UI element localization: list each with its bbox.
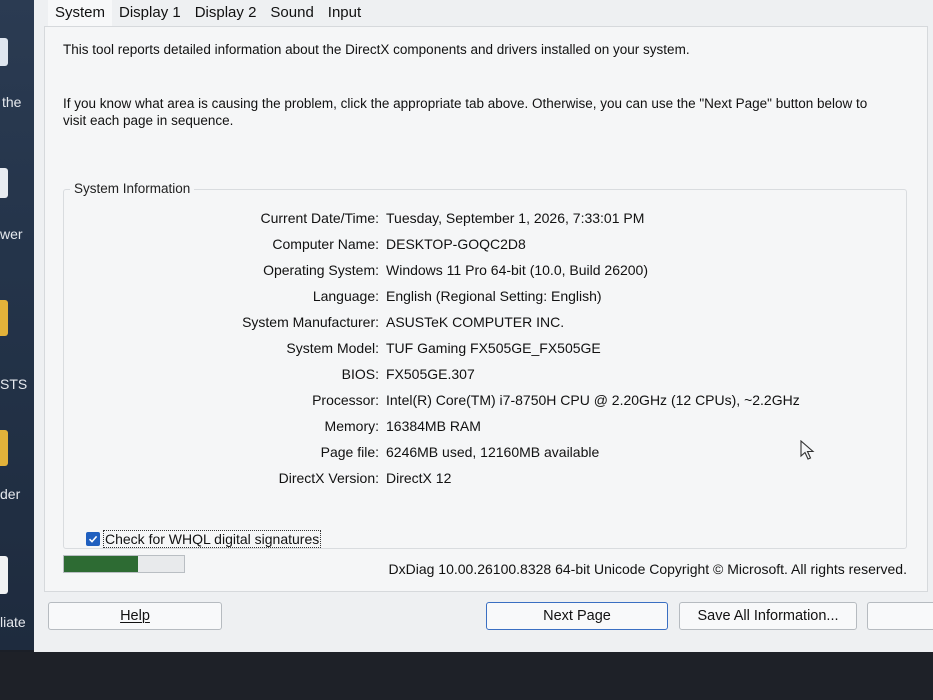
info-value: 16384MB RAM (386, 418, 481, 434)
strip-badge (0, 300, 8, 336)
checkbox-checked-icon[interactable] (86, 532, 100, 546)
screen: the wer STS der liate System Display 1 D… (0, 0, 933, 700)
info-row-directx-version: DirectX Version: DirectX 12 (64, 470, 906, 490)
info-value: Tuesday, September 1, 2026, 7:33:01 PM (386, 210, 645, 226)
info-label: Current Date/Time: (260, 210, 379, 226)
info-label: Memory: (324, 418, 379, 434)
info-row-date-time: Current Date/Time: Tuesday, September 1,… (64, 210, 906, 230)
next-page-button[interactable]: Next Page (486, 602, 668, 630)
dxdiag-window: System Display 1 Display 2 Sound Input T… (34, 0, 933, 652)
whql-checkbox[interactable]: Check for WHQL digital signatures (86, 530, 322, 548)
exit-button[interactable] (867, 602, 933, 630)
info-label: System Model: (286, 340, 379, 356)
tab-sound[interactable]: Sound (263, 0, 320, 26)
taskbar (0, 652, 933, 700)
strip-badge (0, 430, 8, 466)
group-title: System Information (70, 181, 195, 196)
info-row-bios: BIOS: FX505GE.307 (64, 366, 906, 386)
instructions-text-continued: visit each page in sequence. (63, 113, 234, 128)
system-information-group: System Information Current Date/Time: Tu… (63, 181, 907, 549)
tab-display-2[interactable]: Display 2 (188, 0, 264, 26)
help-button-label: Help (120, 608, 150, 624)
background-text-snippet: wer (0, 226, 23, 242)
info-value: Windows 11 Pro 64-bit (10.0, Build 26200… (386, 262, 648, 278)
info-row-model: System Model: TUF Gaming FX505GE_FX505GE (64, 340, 906, 360)
info-label: DirectX Version: (278, 470, 379, 486)
whql-checkbox-label[interactable]: Check for WHQL digital signatures (103, 530, 322, 548)
background-window-strip: the wer STS der liate (0, 0, 34, 650)
info-label: Processor: (312, 392, 379, 408)
tab-input[interactable]: Input (321, 0, 368, 26)
info-row-memory: Memory: 16384MB RAM (64, 418, 906, 438)
info-label: Computer Name: (272, 236, 379, 252)
background-text-snippet: liate (0, 614, 26, 630)
info-row-operating-system: Operating System: Windows 11 Pro 64-bit … (64, 262, 906, 282)
save-all-information-button[interactable]: Save All Information... (679, 602, 857, 630)
progress-fill (64, 556, 139, 572)
info-label: BIOS: (341, 366, 379, 382)
tab-system[interactable]: System (48, 0, 113, 26)
background-text-snippet: STS (0, 376, 28, 392)
info-label: System Manufacturer: (242, 314, 379, 330)
progress-bar (63, 555, 185, 573)
system-tab-panel: This tool reports detailed information a… (44, 26, 928, 592)
info-row-manufacturer: System Manufacturer: ASUSTeK COMPUTER IN… (64, 314, 906, 334)
strip-icon (0, 38, 8, 66)
info-value: English (Regional Setting: English) (386, 288, 602, 304)
strip-icon (0, 168, 8, 198)
background-text-snippet: der (0, 486, 21, 502)
info-value: FX505GE.307 (386, 366, 475, 382)
info-row-language: Language: English (Regional Setting: Eng… (64, 288, 906, 308)
info-value: 6246MB used, 12160MB available (386, 444, 600, 460)
tab-bar: System Display 1 Display 2 Sound Input (48, 0, 368, 26)
info-label: Operating System: (263, 262, 379, 278)
intro-text: This tool reports detailed information a… (63, 42, 690, 57)
info-value: DirectX 12 (386, 470, 452, 486)
info-label: Language: (312, 288, 379, 304)
instructions-text: If you know what area is causing the pro… (63, 96, 868, 111)
tab-display-1[interactable]: Display 1 (112, 0, 188, 26)
version-copyright-text: DxDiag 10.00.26100.8328 64-bit Unicode C… (388, 561, 907, 577)
info-value: ASUSTeK COMPUTER INC. (386, 314, 565, 330)
next-page-button-label: Next Page (543, 608, 611, 624)
info-label: Page file: (320, 444, 379, 460)
save-all-button-label: Save All Information... (697, 608, 839, 624)
help-button[interactable]: Help (48, 602, 222, 630)
mouse-cursor-icon (800, 439, 816, 467)
info-row-page-file: Page file: 6246MB used, 12160MB availabl… (64, 444, 906, 464)
background-text-snippet: the (2, 94, 22, 110)
info-row-processor: Processor: Intel(R) Core(TM) i7-8750H CP… (64, 392, 906, 412)
info-row-computer-name: Computer Name: DESKTOP-GOQC2D8 (64, 236, 906, 256)
info-value: TUF Gaming FX505GE_FX505GE (386, 340, 601, 356)
info-value: Intel(R) Core(TM) i7-8750H CPU @ 2.20GHz… (386, 392, 800, 408)
strip-badge (0, 556, 8, 594)
info-value: DESKTOP-GOQC2D8 (386, 236, 526, 252)
